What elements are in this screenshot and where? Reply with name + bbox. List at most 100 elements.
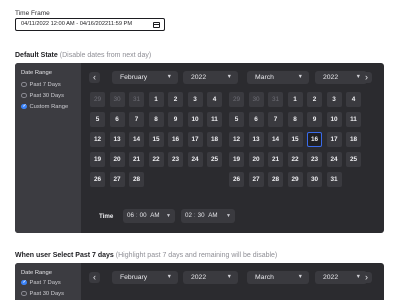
day-cell[interactable]: 14 <box>129 132 144 147</box>
day-cell[interactable]: 23 <box>168 152 183 167</box>
left-month-select[interactable]: February ▼ <box>112 71 178 84</box>
day-cell[interactable]: 19 <box>229 152 244 167</box>
next-month-button[interactable]: › <box>361 72 372 83</box>
day-cell[interactable]: 4 <box>346 92 361 107</box>
day-cell[interactable]: 3 <box>187 92 203 107</box>
day-cell[interactable]: 22 <box>287 152 303 167</box>
day-cell[interactable]: 12 <box>90 132 105 147</box>
right-year-select[interactable]: 2022 ▼ <box>315 71 367 84</box>
day-cell[interactable]: 13 <box>109 132 125 147</box>
chevron-down-icon: ▼ <box>166 74 172 80</box>
option-past-30-days[interactable]: Past 30 Days <box>21 92 64 99</box>
day-cell[interactable]: 21 <box>268 152 283 167</box>
day-cell[interactable]: 30 <box>307 172 322 187</box>
day-cell[interactable]: 24 <box>187 152 203 167</box>
left-month-select[interactable]: February ▼ <box>112 271 178 284</box>
day-cell[interactable]: 31 <box>326 172 342 187</box>
day-cell[interactable]: 20 <box>109 152 125 167</box>
day-cell[interactable]: 27 <box>109 172 125 187</box>
right-month-value: March <box>255 74 274 81</box>
option-custom-range[interactable]: Custom Range <box>21 103 68 110</box>
day-cell-disabled: 30 <box>109 92 125 107</box>
day-cell[interactable]: 16 <box>307 132 322 147</box>
day-cell[interactable]: 27 <box>248 172 264 187</box>
calendar-icon[interactable] <box>153 21 160 28</box>
day-cell[interactable]: 17 <box>187 132 203 147</box>
day-cell[interactable]: 5 <box>229 112 244 127</box>
empty-cell <box>188 172 203 187</box>
day-cell[interactable]: 3 <box>326 92 342 107</box>
day-cell[interactable]: 23 <box>307 152 322 167</box>
day-cell[interactable]: 4 <box>207 92 222 107</box>
day-cell[interactable]: 7 <box>129 112 144 127</box>
day-cell[interactable]: 5 <box>90 112 105 127</box>
day-cell[interactable]: 25 <box>207 152 222 167</box>
start-time-field[interactable]: 06:00 AM ▼ <box>123 209 175 223</box>
date-range-title: Date Range <box>21 70 52 76</box>
day-cell[interactable]: 9 <box>168 112 183 127</box>
day-cell[interactable]: 2 <box>168 92 183 107</box>
day-cell[interactable]: 1 <box>148 92 164 107</box>
right-month-select[interactable]: March ▼ <box>247 271 309 284</box>
chevron-down-icon: ▼ <box>226 74 232 80</box>
day-cell[interactable]: 8 <box>148 112 164 127</box>
option-past-30-days[interactable]: Past 30 Days <box>21 290 64 297</box>
day-cell[interactable]: 19 <box>90 152 105 167</box>
day-cell[interactable]: 20 <box>248 152 264 167</box>
right-year-value: 2022 <box>323 74 339 81</box>
day-cell[interactable]: 9 <box>307 112 322 127</box>
day-cell[interactable]: 18 <box>207 132 222 147</box>
left-year-value: 2022 <box>191 74 207 81</box>
day-cell[interactable]: 11 <box>346 112 361 127</box>
time-frame-input[interactable]: 04/11/2022 12:00 AM - 04/16/202211:59 PM <box>15 18 165 31</box>
day-cell[interactable]: 26 <box>90 172 105 187</box>
start-minute[interactable]: 00 <box>140 212 147 219</box>
day-cell[interactable]: 6 <box>248 112 264 127</box>
day-cell[interactable]: 7 <box>268 112 283 127</box>
chevron-down-icon: ▼ <box>226 213 231 219</box>
day-cell[interactable]: 6 <box>109 112 125 127</box>
right-month-select[interactable]: March ▼ <box>247 71 309 84</box>
right-year-select[interactable]: 2022 ▼ <box>315 271 367 284</box>
day-cell[interactable]: 10 <box>326 112 342 127</box>
prev-month-button[interactable]: ‹ <box>89 272 100 283</box>
end-hour[interactable]: 02 <box>185 212 192 219</box>
end-period[interactable]: AM <box>208 212 217 219</box>
left-year-select[interactable]: 2022 ▼ <box>183 271 238 284</box>
start-hour[interactable]: 06 <box>127 212 134 219</box>
section-hint: (Highlight past 7 days and remaining wil… <box>115 252 278 259</box>
day-cell[interactable]: 12 <box>229 132 244 147</box>
day-cell[interactable]: 18 <box>346 132 361 147</box>
left-year-select[interactable]: 2022 ▼ <box>183 71 238 84</box>
end-time-field[interactable]: 02:30 AM ▼ <box>181 209 235 223</box>
date-picker-panel-past-7: Date Range Past 7 Days Past 30 Days ‹ Fe… <box>15 263 384 300</box>
right-year-value: 2022 <box>323 274 339 281</box>
next-month-button[interactable]: › <box>361 272 372 283</box>
day-cell[interactable]: 17 <box>326 132 342 147</box>
day-cell[interactable]: 22 <box>148 152 164 167</box>
prev-month-button[interactable]: ‹ <box>89 72 100 83</box>
option-label: Custom Range <box>29 103 69 110</box>
day-cell[interactable]: 2 <box>307 92 322 107</box>
day-cell[interactable]: 1 <box>287 92 303 107</box>
day-cell[interactable]: 25 <box>346 152 361 167</box>
day-cell[interactable]: 15 <box>287 132 303 147</box>
day-cell[interactable]: 24 <box>326 152 342 167</box>
end-minute[interactable]: 30 <box>198 212 205 219</box>
day-cell[interactable]: 28 <box>268 172 283 187</box>
start-period[interactable]: AM <box>150 212 159 219</box>
day-cell[interactable]: 8 <box>287 112 303 127</box>
day-cell[interactable]: 26 <box>229 172 244 187</box>
section-title-past-7: When user Select Past 7 days (Highlight … <box>15 252 277 259</box>
day-cell[interactable]: 14 <box>268 132 283 147</box>
day-cell[interactable]: 16 <box>168 132 183 147</box>
day-cell[interactable]: 21 <box>129 152 144 167</box>
day-cell[interactable]: 15 <box>148 132 164 147</box>
option-past-7-days[interactable]: Past 7 Days <box>21 279 61 286</box>
day-cell[interactable]: 28 <box>129 172 144 187</box>
option-past-7-days[interactable]: Past 7 Days <box>21 81 61 88</box>
day-cell[interactable]: 11 <box>207 112 222 127</box>
day-cell[interactable]: 10 <box>187 112 203 127</box>
day-cell[interactable]: 29 <box>287 172 303 187</box>
day-cell[interactable]: 13 <box>248 132 264 147</box>
